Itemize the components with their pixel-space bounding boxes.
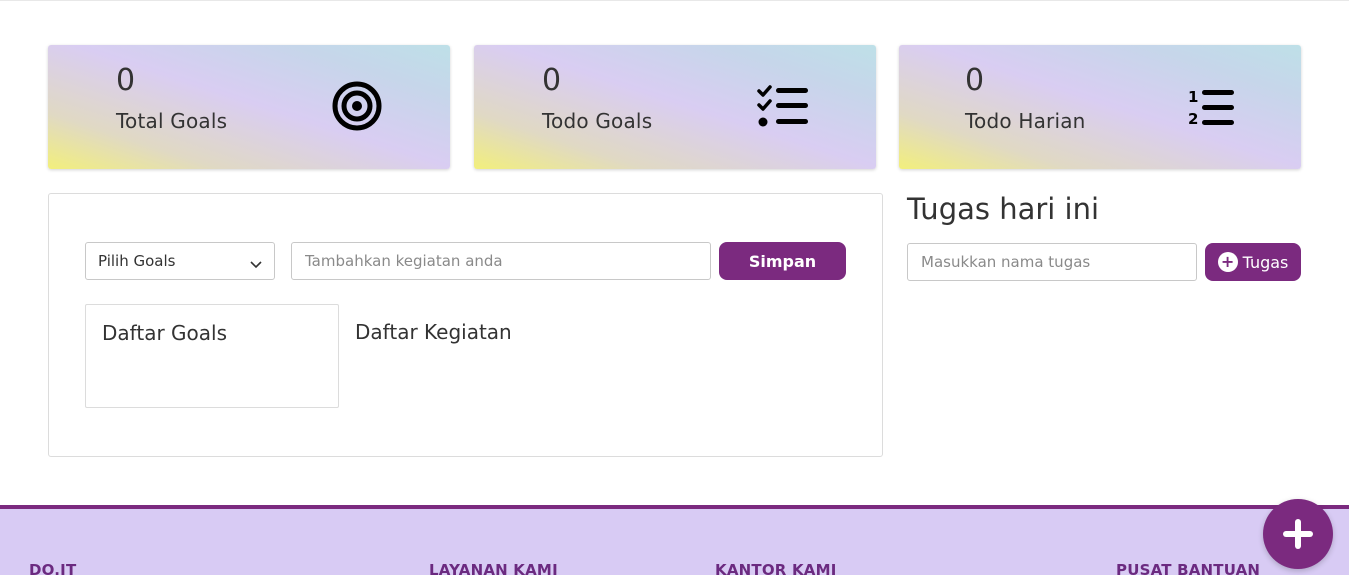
stat-count: 0 [542,63,562,98]
footer-office-heading: KANTOR KAMI [715,561,837,575]
footer-services-heading: LAYANAN KAMI [429,561,558,575]
add-task-button[interactable]: + Tugas [1205,243,1301,281]
checklist-icon [757,85,809,133]
svg-text:2: 2 [1188,110,1198,128]
plus-circle-icon: + [1217,252,1238,272]
stat-card-todo-goals: 0 Todo Goals [474,45,876,169]
stat-count: 0 [965,63,985,98]
activity-input[interactable] [291,242,711,280]
stat-card-todo-harian: 0 Todo Harian 1 2 [899,45,1301,169]
goals-select[interactable]: Pilih Goals [85,242,275,280]
header-divider [0,0,1349,1]
goals-list-title: Daftar Goals [102,321,227,345]
task-input[interactable] [907,243,1197,281]
footer-help-heading: PUSAT BANTUAN [1116,561,1261,575]
goals-select-value: Pilih Goals [98,252,176,270]
add-task-label: Tugas [1242,252,1289,272]
plus-icon [1283,519,1313,549]
target-icon [332,81,382,135]
numbered-list-icon: 1 2 [1187,87,1235,133]
activity-panel: Pilih Goals Simpan Daftar Goals Daftar K… [48,193,883,457]
activity-list-title: Daftar Kegiatan [355,320,512,344]
floating-add-button[interactable] [1263,499,1333,569]
stat-card-total-goals: 0 Total Goals [48,45,450,169]
goals-list: Daftar Goals [85,304,339,408]
save-button[interactable]: Simpan [719,242,846,280]
chevron-down-icon [250,255,262,273]
tasks-title: Tugas hari ini [907,192,1100,226]
stat-count: 0 [116,63,136,98]
stat-label: Todo Harian [965,109,1086,133]
svg-text:1: 1 [1188,88,1198,106]
stat-label: Todo Goals [542,109,653,133]
footer-brand: DO.IT [29,561,77,575]
footer: DO.IT LAYANAN KAMI KANTOR KAMI PUSAT BAN… [0,505,1349,575]
stat-label: Total Goals [116,109,228,133]
